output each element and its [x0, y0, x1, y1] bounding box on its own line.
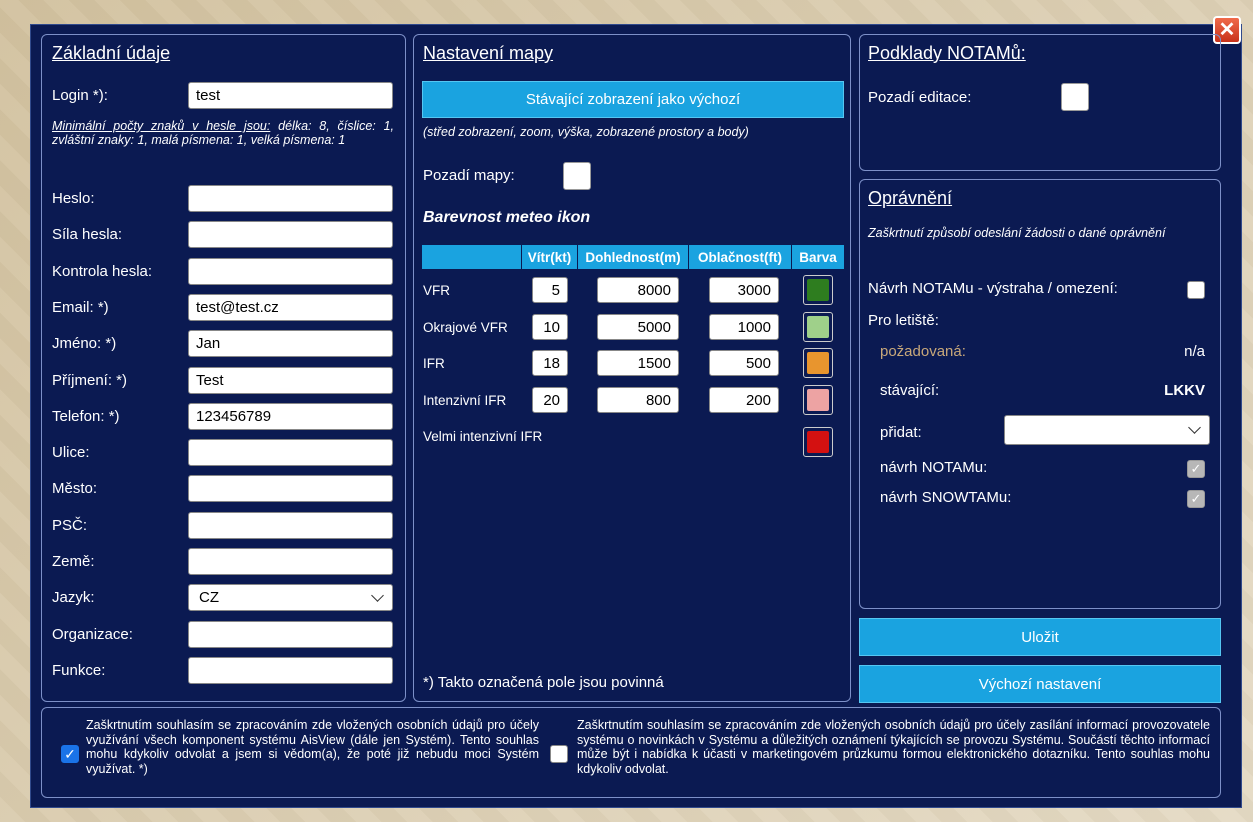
default-settings-button[interactable]: Výchozí nastavení — [859, 665, 1221, 703]
field-input[interactable] — [188, 221, 393, 248]
meteo-title: Barevnost meteo ikon — [423, 209, 591, 226]
meteo-color-swatch[interactable] — [803, 385, 833, 415]
meteo-row-name: Okrajové VFR — [423, 320, 508, 335]
meteo-color-fill — [807, 431, 829, 453]
permissions-note: Zaškrtnutí způsobí odeslání žádosti o da… — [868, 226, 1166, 240]
header-cloud: Oblačnost(ft) — [689, 245, 792, 269]
notam-warning-checkbox[interactable] — [1187, 281, 1205, 299]
password-rules: Minimální počty znaků v hesle jsou: délk… — [52, 119, 394, 147]
field-label: Kontrola hesla: — [52, 263, 153, 280]
field-label: Město: — [52, 480, 98, 497]
field-input[interactable] — [188, 475, 393, 502]
field-input[interactable]: 123456789 — [188, 403, 393, 430]
chevron-down-icon — [1188, 421, 1201, 434]
current-value: LKKV — [1164, 382, 1205, 399]
map-background-label: Pozadí mapy: — [423, 167, 515, 184]
map-background-swatch[interactable] — [563, 162, 591, 190]
consent-usage-checkbox[interactable]: ✓ — [61, 745, 79, 763]
field-input[interactable] — [188, 621, 393, 648]
notam-draft-checkbox[interactable]: ✓ — [1187, 460, 1205, 478]
notam-title: Podklady NOTAMů: — [868, 43, 1026, 63]
basic-info-title: Základní údaje — [52, 43, 171, 63]
requested-value: n/a — [1184, 343, 1205, 360]
meteo-wind-input[interactable]: 5 — [532, 277, 568, 303]
edit-background-swatch[interactable] — [1061, 83, 1089, 111]
snowtam-draft-checkbox[interactable]: ✓ — [1187, 490, 1205, 508]
map-settings-title: Nastavení mapy — [423, 43, 554, 63]
language-value: CZ — [199, 589, 219, 606]
password-rules-prefix: Minimální počty znaků v hesle jsou: — [52, 119, 271, 133]
meteo-color-fill — [807, 352, 829, 374]
field-label: Příjmení: *) — [52, 372, 128, 389]
field-input[interactable]: Test — [188, 367, 393, 394]
header-color: Barva — [792, 245, 844, 269]
language-select[interactable]: CZ — [188, 584, 393, 611]
meteo-wind-input[interactable]: 18 — [532, 350, 568, 376]
meteo-row-name: IFR — [423, 356, 445, 371]
meteo-visibility-input[interactable]: 5000 — [597, 314, 679, 340]
header-visibility: Dohlednost(m) — [578, 245, 689, 269]
requested-label: požadovaná: — [880, 343, 966, 360]
meteo-row-name: Intenzivní IFR — [423, 393, 507, 408]
snowtam-draft-label: návrh SNOWTAMu: — [880, 489, 1012, 506]
table-header-blank — [422, 245, 522, 269]
meteo-color-fill — [807, 389, 829, 411]
default-view-button[interactable]: Stávající zobrazení jako výchozí — [422, 81, 844, 118]
login-input[interactable]: test — [188, 82, 393, 109]
field-label: Funkce: — [52, 662, 106, 679]
meteo-color-swatch[interactable] — [803, 348, 833, 378]
field-label: Heslo: — [52, 190, 95, 207]
meteo-color-swatch[interactable] — [803, 427, 833, 457]
permissions-title: Oprávnění — [868, 188, 953, 208]
field-label: Telefon: *) — [52, 408, 120, 425]
chevron-down-icon — [371, 588, 384, 602]
meteo-color-swatch[interactable] — [803, 275, 833, 305]
add-label: přidat: — [880, 424, 922, 441]
field-label: PSČ: — [52, 517, 88, 534]
field-label: Jméno: *) — [52, 335, 117, 352]
field-input[interactable] — [188, 512, 393, 539]
meteo-wind-input[interactable]: 10 — [532, 314, 568, 340]
required-fields-note: *) Takto označená pole jsou povinná — [423, 674, 664, 691]
field-input[interactable]: Jan — [188, 330, 393, 357]
field-input[interactable] — [188, 185, 393, 212]
field-input[interactable] — [188, 657, 393, 684]
meteo-cloud-input[interactable]: 3000 — [709, 277, 779, 303]
field-input[interactable] — [188, 258, 393, 285]
field-input[interactable] — [188, 548, 393, 575]
meteo-row-name: Velmi intenzivní IFR — [423, 429, 543, 444]
edit-background-label: Pozadí editace: — [868, 89, 972, 106]
field-label: Země: — [52, 553, 95, 570]
meteo-color-fill — [807, 316, 829, 338]
login-label: Login *): — [52, 87, 108, 104]
consent-marketing-text: Zaškrtnutím souhlasím se zpracováním zde… — [577, 718, 1210, 776]
header-wind: Vítr(kt) — [522, 245, 578, 269]
meteo-visibility-input[interactable]: 1500 — [597, 350, 679, 376]
meteo-visibility-input[interactable]: 8000 — [597, 277, 679, 303]
notam-draft-label: návrh NOTAMu: — [880, 459, 988, 476]
notam-warning-label: Návrh NOTAMu - výstraha / omezení: — [868, 280, 1118, 297]
meteo-color-swatch[interactable] — [803, 312, 833, 342]
field-label: Ulice: — [52, 444, 90, 461]
current-label: stávající: — [880, 382, 940, 399]
consent-usage-text: Zaškrtnutím souhlasím se zpracováním zde… — [86, 718, 539, 776]
meteo-cloud-input[interactable]: 200 — [709, 387, 779, 413]
add-airport-select[interactable] — [1004, 415, 1210, 445]
field-input[interactable] — [188, 439, 393, 466]
save-button[interactable]: Uložit — [859, 618, 1221, 656]
field-input[interactable]: test@test.cz — [188, 294, 393, 321]
meteo-row-name: VFR — [423, 283, 450, 298]
consent-marketing-checkbox[interactable] — [550, 745, 568, 763]
field-label: Síla hesla: — [52, 226, 123, 243]
meteo-wind-input[interactable]: 20 — [532, 387, 568, 413]
field-label: Email: *) — [52, 299, 109, 316]
airport-label: Pro letiště: — [868, 312, 939, 329]
meteo-visibility-input[interactable]: 800 — [597, 387, 679, 413]
meteo-cloud-input[interactable]: 1000 — [709, 314, 779, 340]
meteo-color-fill — [807, 279, 829, 301]
meteo-cloud-input[interactable]: 500 — [709, 350, 779, 376]
field-label: Jazyk: — [52, 589, 95, 606]
default-view-note: (střed zobrazení, zoom, výška, zobrazené… — [423, 125, 749, 139]
field-label: Organizace: — [52, 626, 133, 643]
